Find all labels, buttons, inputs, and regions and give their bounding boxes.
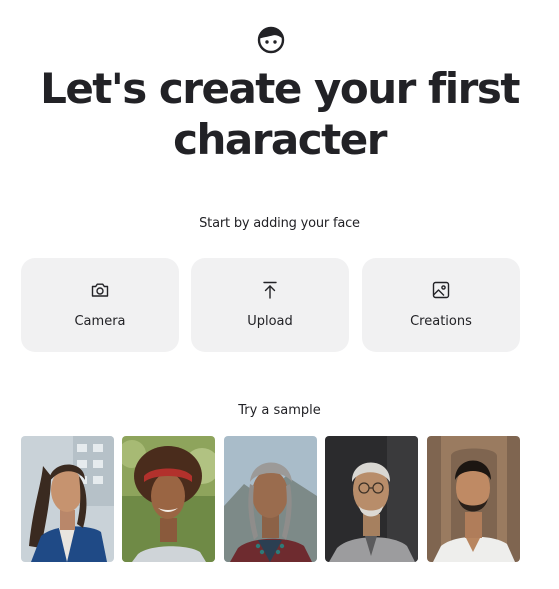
sample-gallery xyxy=(21,436,521,563)
camera-button[interactable]: Camera xyxy=(21,258,179,352)
image-icon xyxy=(432,281,450,299)
upload-button[interactable]: Upload xyxy=(191,258,349,352)
camera-label: Camera xyxy=(74,314,126,329)
page-subtitle: Start by adding your face xyxy=(199,216,360,231)
creations-button[interactable]: Creations xyxy=(362,258,520,352)
face-icon xyxy=(257,26,285,54)
upload-label: Upload xyxy=(247,314,293,329)
sample-face-2[interactable] xyxy=(122,436,215,562)
page-title-line-2: character xyxy=(173,115,387,164)
upload-icon xyxy=(263,281,277,299)
sample-face-5[interactable] xyxy=(427,436,520,562)
sample-face-4[interactable] xyxy=(325,436,418,562)
sample-face-1[interactable] xyxy=(21,436,114,562)
sample-face-3[interactable] xyxy=(224,436,317,562)
page-title-line-1: Let's create your first xyxy=(40,64,520,113)
samples-heading: Try a sample xyxy=(238,403,321,418)
creations-label: Creations xyxy=(410,314,472,329)
camera-icon xyxy=(91,283,109,297)
